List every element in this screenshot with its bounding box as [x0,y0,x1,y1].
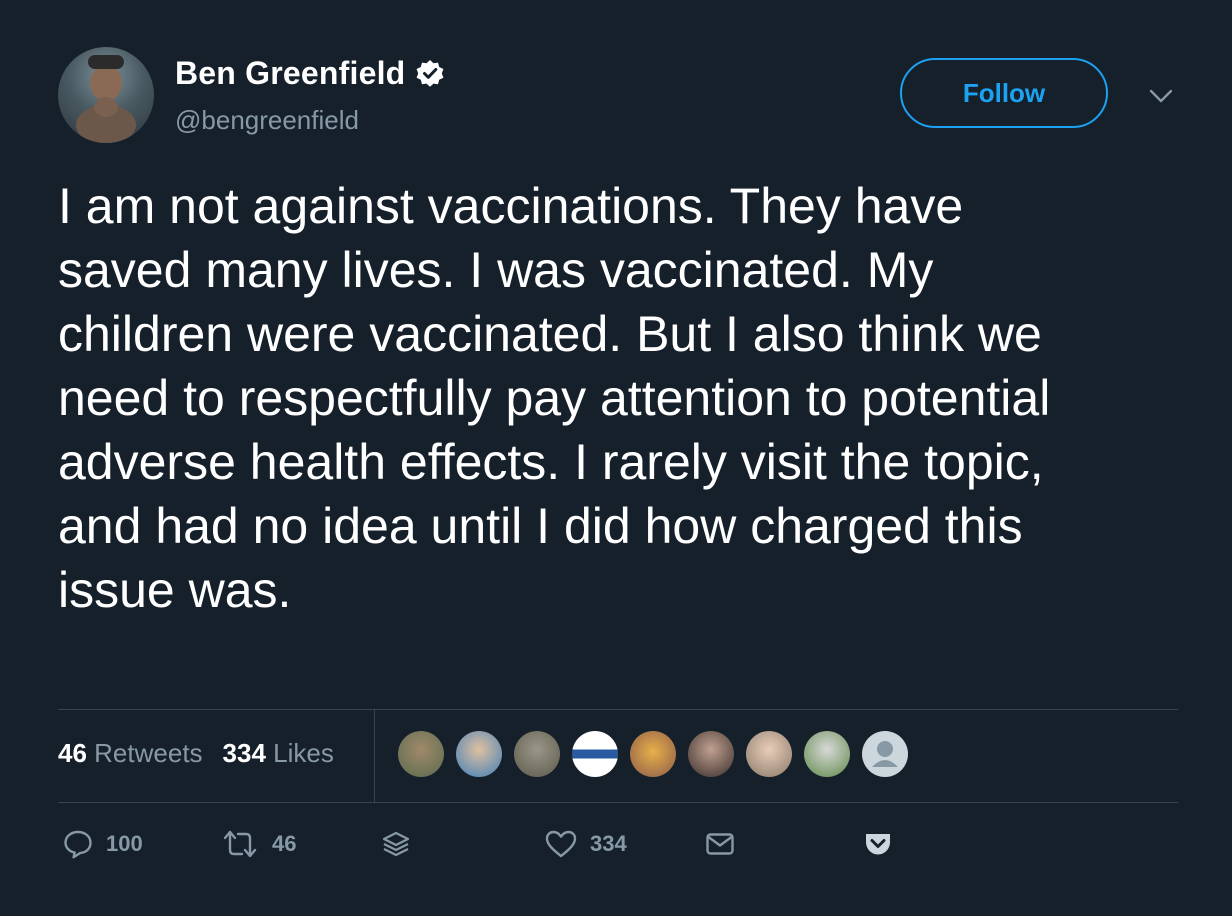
reply-count: 100 [106,831,143,856]
pocket-button[interactable] [862,828,894,860]
retweets-stat[interactable]: 46 Retweets [58,738,203,769]
default-avatar[interactable] [862,731,908,777]
tweet-stats: 46 Retweets 334 Likes [58,738,334,769]
liker-avatar[interactable] [630,731,676,777]
liker-avatar[interactable] [746,731,792,777]
author-name[interactable]: Ben Greenfield [175,55,405,92]
author-avatar[interactable] [58,47,154,143]
retweets-label: Retweets [94,738,203,768]
liker-avatar[interactable] [514,731,560,777]
follow-button[interactable]: Follow [900,58,1108,128]
liker-avatar[interactable] [688,731,734,777]
author-handle[interactable]: @bengreenfield [175,105,359,136]
add-to-moment-button[interactable] [380,828,412,860]
like-count: 334 [590,831,627,856]
pocket-icon [866,834,890,855]
likes-count: 334 [222,738,266,768]
liker-avatar[interactable] [804,731,850,777]
likes-stat[interactable]: 334 Likes [223,738,334,769]
liker-avatars [398,731,908,777]
likes-label: Likes [273,738,334,768]
divider-bottom [58,802,1178,803]
author-name-row: Ben Greenfield [175,55,445,92]
verified-badge-icon [415,59,445,89]
chevron-down-icon[interactable] [1148,86,1174,106]
retweet-count: 46 [272,831,297,856]
direct-message-button[interactable] [704,828,736,860]
avatar-photo [76,55,136,143]
heart-icon [545,830,577,858]
tweet-text: I am not against vaccinations. They have… [58,178,1051,618]
stats-separator [374,710,375,802]
divider-top [58,709,1178,710]
liker-avatar[interactable] [398,731,444,777]
envelope-icon [706,833,734,855]
reply-button[interactable]: 100 [62,828,143,860]
layers-icon [382,831,410,857]
retweet-icon [223,830,257,858]
liker-avatar[interactable] [572,731,618,777]
reply-icon [64,830,92,859]
like-button[interactable]: 334 [544,828,627,860]
default-user-icon [872,741,898,767]
liker-avatar[interactable] [456,731,502,777]
retweets-count: 46 [58,738,87,768]
retweet-button[interactable]: 46 [220,828,296,860]
